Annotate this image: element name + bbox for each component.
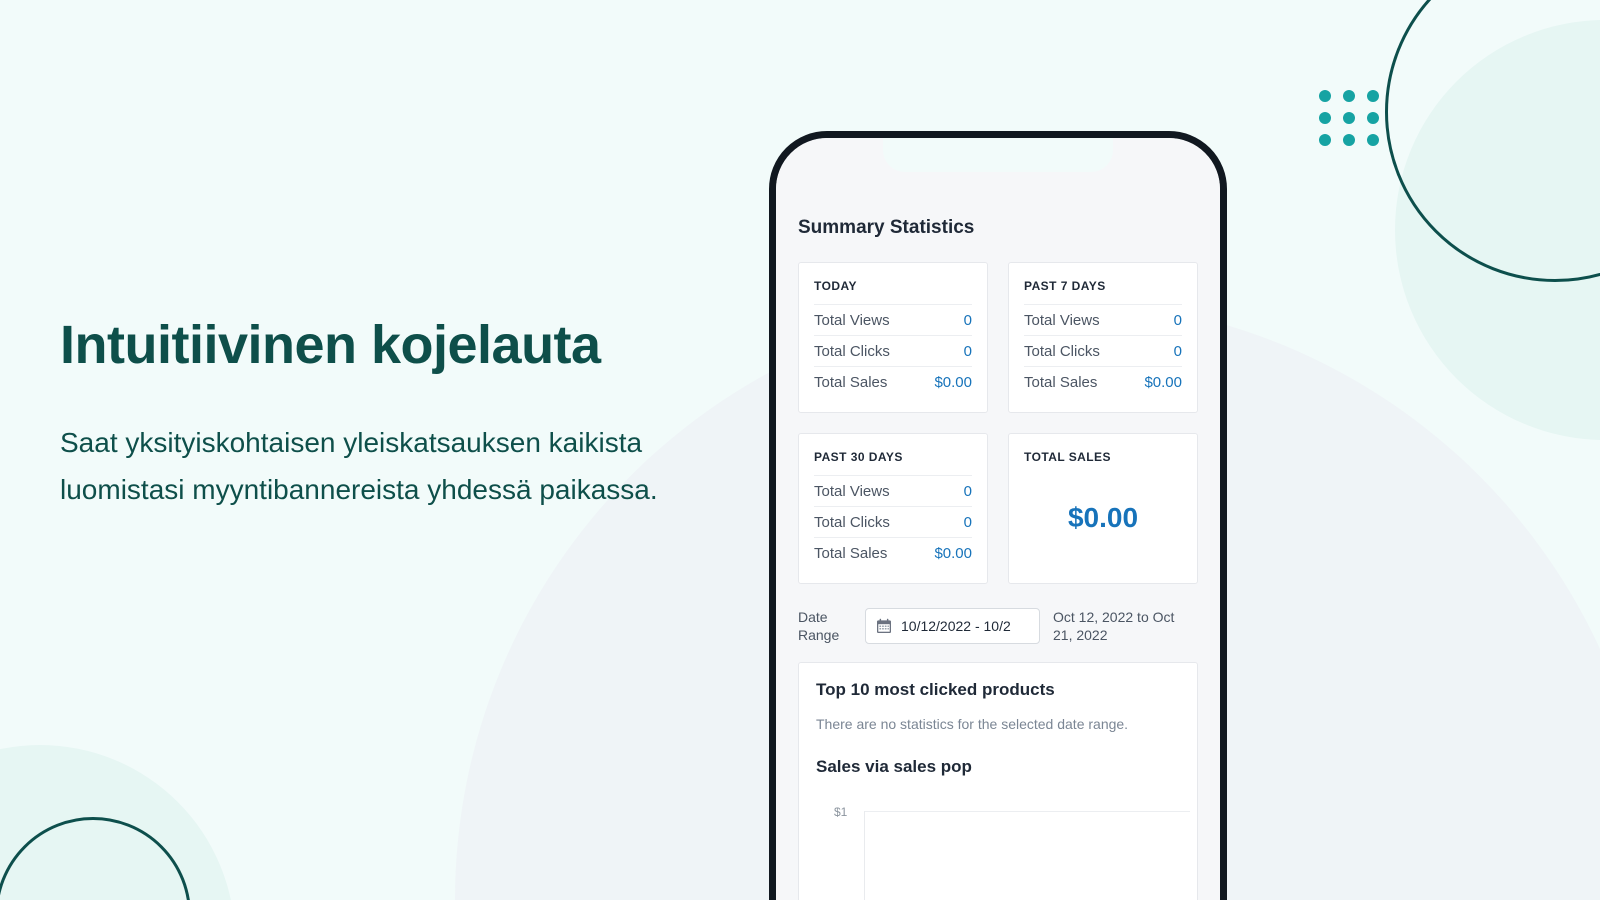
stat-row: Total Views 0 xyxy=(814,304,972,335)
stat-value: 0 xyxy=(1173,343,1182,360)
stat-value: 0 xyxy=(963,514,972,531)
stat-label: Total Clicks xyxy=(814,514,890,531)
date-range-input[interactable]: 10/12/2022 - 10/2 xyxy=(865,608,1040,645)
date-range-label: Date Range xyxy=(798,609,840,644)
dot-grid-icon xyxy=(1319,90,1391,156)
stat-label: Total Sales xyxy=(814,545,888,562)
stat-row: Total Clicks 0 xyxy=(1024,335,1182,366)
stat-label: Total Views xyxy=(814,312,890,329)
chart-plot-area xyxy=(864,810,1190,900)
stat-label: Total Clicks xyxy=(1024,343,1100,360)
stat-row: Total Clicks 0 xyxy=(814,506,972,537)
circle-mint-bottom-left xyxy=(0,745,235,900)
stat-label: Total Views xyxy=(814,483,890,500)
stat-row: Total Sales $0.00 xyxy=(814,366,972,397)
promo-headline: Intuitiivinen kojelauta xyxy=(60,315,601,375)
phone-screen: Summary Statistics TODAY Total Views 0 T… xyxy=(776,138,1220,900)
stat-label: Total Clicks xyxy=(814,343,890,360)
total-sales-amount: $0.00 xyxy=(1067,502,1139,533)
stat-card-heading: PAST 30 DAYS xyxy=(814,450,903,464)
stat-value: $0.00 xyxy=(934,545,972,562)
stat-row: Total Sales $0.00 xyxy=(1024,366,1182,397)
stat-card-row-1: TODAY Total Views 0 Total Clicks 0 Total… xyxy=(798,262,1198,413)
stat-card-heading: PAST 7 DAYS xyxy=(1024,279,1106,293)
stat-value: 0 xyxy=(963,312,972,329)
sales-chart: $1 xyxy=(816,787,1190,900)
promo-copy: Intuitiivinen kojelauta Saat yksityiskoh… xyxy=(60,315,760,513)
stat-card-heading: TOTAL SALES xyxy=(1024,450,1111,464)
circle-outline-bottom-left xyxy=(0,817,191,900)
stat-row: Total Sales $0.00 xyxy=(814,537,972,568)
stat-label: Total Sales xyxy=(1024,374,1098,391)
stat-row: Total Views 0 xyxy=(814,475,972,506)
app-content: Summary Statistics TODAY Total Views 0 T… xyxy=(798,217,1198,900)
stat-value: 0 xyxy=(1173,312,1182,329)
promo-body: Saat yksityiskohtaisen yleiskatsauksen k… xyxy=(60,427,658,506)
stat-card-past-7-days: PAST 7 DAYS Total Views 0 Total Clicks 0… xyxy=(1008,262,1198,413)
chart-y-tick-label: $1 xyxy=(834,804,848,819)
phone-notch xyxy=(883,138,1113,172)
stat-card-row-2: PAST 30 DAYS Total Views 0 Total Clicks … xyxy=(798,433,1198,584)
circle-outline-top-right xyxy=(1385,0,1600,282)
page-title: Summary Statistics xyxy=(798,217,975,238)
stat-value: $0.00 xyxy=(934,374,972,391)
stat-row: Total Clicks 0 xyxy=(814,335,972,366)
top-products-heading: Top 10 most clicked products xyxy=(816,679,1055,699)
date-range-control: Date Range 10/12/2022 - 10/2 Oct 12, 202… xyxy=(798,602,1198,653)
chart-gridline xyxy=(865,810,1190,813)
circle-mint-top-right xyxy=(1395,20,1600,440)
stat-value: $0.00 xyxy=(1144,374,1182,391)
stat-value: 0 xyxy=(963,483,972,500)
date-range-resolved-text: Oct 12, 2022 to Oct 21, 2022 xyxy=(1053,609,1175,644)
date-range-input-value: 10/12/2022 - 10/2 xyxy=(901,618,1011,635)
promo-slide: Intuitiivinen kojelauta Saat yksityiskoh… xyxy=(0,0,1600,900)
sales-chart-heading: Sales via sales pop xyxy=(816,756,972,776)
stat-card-total-sales: TOTAL SALES $0.00 xyxy=(1008,433,1198,584)
stat-row: Total Views 0 xyxy=(1024,304,1182,335)
stat-card-heading: TODAY xyxy=(814,279,857,293)
stat-card-past-30-days: PAST 30 DAYS Total Views 0 Total Clicks … xyxy=(798,433,988,584)
phone-mockup: Summary Statistics TODAY Total Views 0 T… xyxy=(769,131,1227,900)
stat-card-today: TODAY Total Views 0 Total Clicks 0 Total… xyxy=(798,262,988,413)
top-products-empty-message: There are no statistics for the selected… xyxy=(816,715,1129,732)
calendar-icon xyxy=(877,619,891,634)
stat-value: 0 xyxy=(963,343,972,360)
stat-label: Total Views xyxy=(1024,312,1100,329)
stat-label: Total Sales xyxy=(814,374,888,391)
statistics-panel: Top 10 most clicked products There are n… xyxy=(798,661,1198,900)
